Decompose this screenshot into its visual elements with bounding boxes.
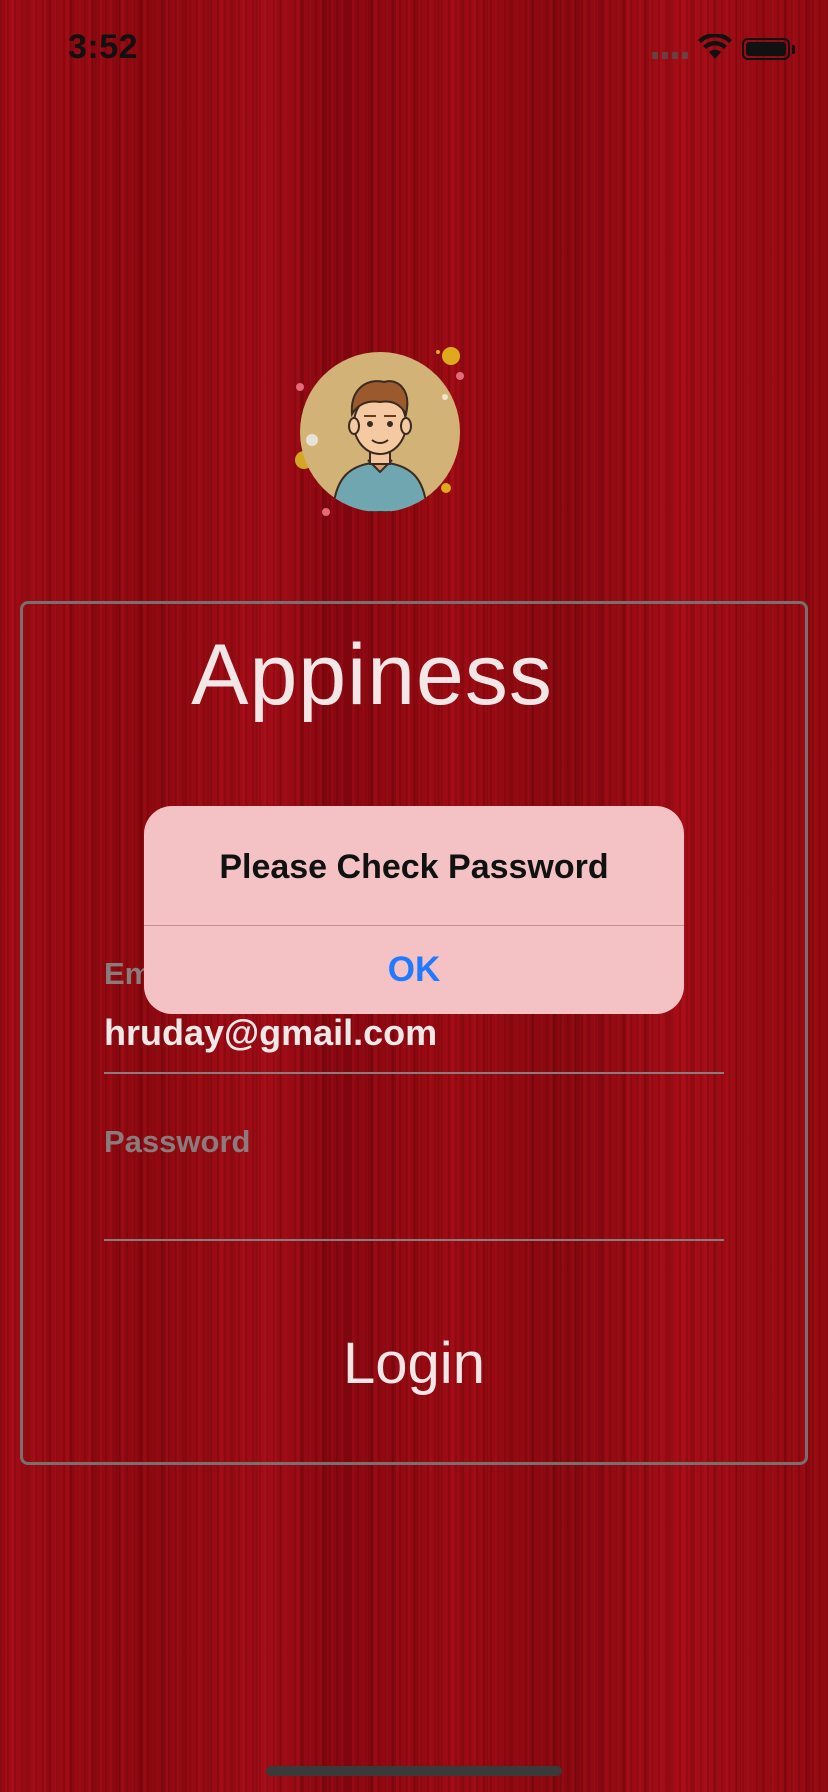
- login-button[interactable]: Login: [0, 1330, 828, 1397]
- battery-icon: [742, 38, 790, 60]
- password-underline: [104, 1239, 724, 1241]
- battery-tip: [792, 45, 795, 54]
- password-label: Password: [104, 1124, 251, 1159]
- alert-title: Please Check Password: [219, 848, 609, 886]
- avatar-image: [300, 352, 460, 512]
- password-field[interactable]: [104, 1180, 724, 1230]
- status-bar: 3:52: [0, 0, 828, 100]
- alert-dialog: Please Check Password OK: [144, 806, 684, 1014]
- status-time: 3:52: [68, 28, 139, 66]
- wifi-icon: [698, 34, 732, 59]
- email-field[interactable]: hruday@gmail.com: [104, 1012, 437, 1054]
- home-indicator[interactable]: [266, 1766, 562, 1776]
- email-underline: [104, 1072, 724, 1074]
- app-title: Appiness: [191, 627, 553, 723]
- signal-icon: [652, 52, 688, 59]
- avatar: [288, 340, 478, 530]
- alert-ok-button[interactable]: OK: [144, 926, 684, 1014]
